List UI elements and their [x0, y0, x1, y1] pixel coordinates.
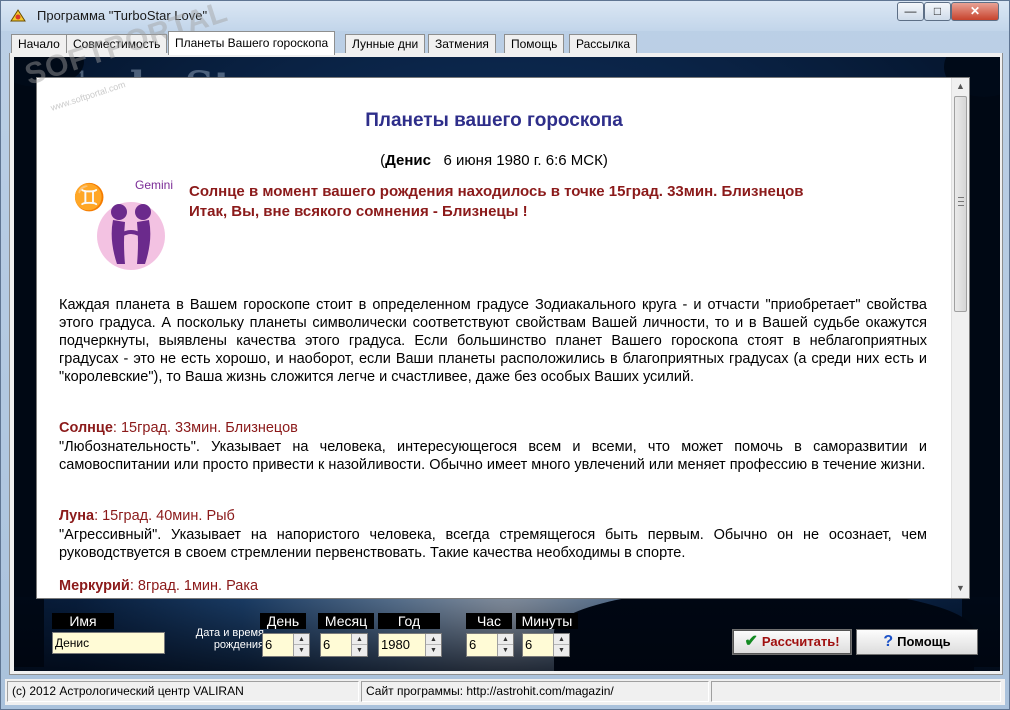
status-extra — [711, 681, 1001, 702]
grip-icon — [958, 197, 964, 206]
app-icon — [10, 9, 26, 22]
gemini-sign-image: ♊ Gemini — [73, 178, 173, 272]
year-spinner[interactable]: 1980 ▲ ▼ — [378, 633, 442, 657]
hour-label: Час — [466, 613, 512, 629]
month-value: 6 — [323, 637, 331, 652]
scroll-thumb[interactable] — [954, 96, 967, 312]
planet-text-moon: "Агрессивный". Указывает на напористого … — [59, 527, 927, 561]
name-label: Имя — [52, 613, 114, 629]
minute-spinner[interactable]: 6 ▲ ▼ — [522, 633, 570, 657]
planet-heading-mercury: Меркурий: 8град. 1мин. Рака — [59, 578, 258, 594]
planet-name: Солнце — [59, 420, 113, 436]
year-label: Год — [378, 613, 440, 629]
intro-paragraph: Каждая планета в Вашем гороскопе стоит в… — [59, 297, 927, 385]
spin-up-icon[interactable]: ▲ — [498, 634, 513, 645]
month-spin-buttons[interactable]: ▲ ▼ — [351, 634, 367, 656]
planet-name: Луна — [59, 508, 95, 524]
spin-down-icon[interactable]: ▼ — [554, 645, 569, 656]
year-spin-buttons[interactable]: ▲ ▼ — [425, 634, 441, 656]
hour-spinner[interactable]: 6 ▲ ▼ — [466, 633, 514, 657]
planet-position: : 15град. 40мин. Рыб — [94, 508, 235, 524]
tab-content: TurboStar Планеты вашего гороскопа (Дени… — [9, 53, 1003, 675]
minimize-button[interactable]: — — [897, 2, 924, 21]
minute-label: Минуты — [516, 613, 578, 629]
name-input[interactable] — [52, 632, 165, 654]
document-scrollbar[interactable]: ▲ ▼ — [951, 78, 969, 598]
planet-heading-moon: Луна: 15град. 40мин. Рыб — [59, 508, 235, 524]
spin-up-icon[interactable]: ▲ — [554, 634, 569, 645]
document-title: Планеты вашего гороскопа — [365, 110, 623, 131]
person-birth-details: 6 июня 1980 г. 6:6 МСК) — [443, 152, 608, 169]
spin-down-icon[interactable]: ▼ — [294, 645, 309, 656]
planet-heading-sun: Солнце: 15град. 33мин. Близнецов — [59, 420, 298, 436]
sun-position-summary: Солнце в момент вашего рождения находило… — [189, 182, 909, 222]
tab-horoscope-planets[interactable]: Планеты Вашего гороскопа — [168, 31, 336, 55]
calculate-button[interactable]: ✔ Рассчитать! — [732, 629, 852, 655]
person-line: (Денис 6 июня 1980 г. 6:6 МСК) — [37, 152, 951, 169]
tab-lunar-days[interactable]: Лунные дни — [345, 34, 426, 54]
minute-value: 6 — [525, 637, 533, 652]
hour-value: 6 — [469, 637, 477, 652]
day-value: 6 — [265, 637, 273, 652]
sun-line-1: Солнце в момент вашего рождения находило… — [189, 183, 804, 200]
spin-down-icon[interactable]: ▼ — [426, 645, 441, 656]
tab-help[interactable]: Помощь — [504, 34, 565, 54]
status-bar: (c) 2012 Астрологический центр VALIRAN С… — [5, 679, 1005, 705]
year-value: 1980 — [381, 637, 410, 652]
spin-up-icon[interactable]: ▲ — [426, 634, 441, 645]
scroll-up-arrow-icon[interactable]: ▲ — [952, 78, 969, 95]
status-copyright: (c) 2012 Астрологический центр VALIRAN — [7, 681, 359, 702]
sun-line-2: Итак, Вы, вне всякого сомнения - Близнец… — [189, 203, 528, 220]
datetime-label: Дата и время рождения — [195, 627, 264, 651]
tab-mailing[interactable]: Рассылка — [569, 34, 638, 54]
spin-down-icon[interactable]: ▼ — [498, 645, 513, 656]
month-spinner[interactable]: 6 ▲ ▼ — [320, 633, 368, 657]
app-window: Программа "TurboStar Love" — □ ✕ Начало … — [0, 0, 1010, 710]
day-spin-buttons[interactable]: ▲ ▼ — [293, 634, 309, 656]
calculate-label: Рассчитать! — [761, 634, 840, 649]
help-label: Помощь — [897, 634, 951, 649]
planet-text-sun: "Любознательность". Указывает на человек… — [59, 439, 927, 473]
help-button[interactable]: ? Помощь — [856, 629, 978, 655]
day-spinner[interactable]: 6 ▲ ▼ — [262, 633, 310, 657]
planet-position: : 15град. 33мин. Близнецов — [112, 420, 298, 436]
spin-up-icon[interactable]: ▲ — [294, 634, 309, 645]
document-content: Планеты вашего гороскопа (Денис 6 июня 1… — [37, 78, 951, 598]
horoscope-document[interactable]: Планеты вашего гороскопа (Денис 6 июня 1… — [36, 77, 970, 599]
spin-down-icon[interactable]: ▼ — [352, 645, 367, 656]
question-icon: ? — [883, 633, 894, 650]
spin-up-icon[interactable]: ▲ — [352, 634, 367, 645]
status-site: Сайт программы: http://astrohit.com/maga… — [361, 681, 709, 702]
scroll-down-arrow-icon[interactable]: ▼ — [952, 580, 969, 597]
maximize-button[interactable]: □ — [924, 2, 951, 21]
hour-spin-buttons[interactable]: ▲ ▼ — [497, 634, 513, 656]
month-label: Месяц — [318, 613, 374, 629]
checkmark-icon: ✔ — [744, 633, 758, 650]
tab-eclipses[interactable]: Затмения — [428, 34, 496, 54]
planet-position: : 8град. 1мин. Рака — [129, 578, 259, 594]
day-label: День — [260, 613, 306, 629]
planet-name: Меркурий — [59, 578, 130, 594]
person-name: Денис — [385, 152, 431, 169]
close-button[interactable]: ✕ — [951, 2, 999, 21]
minute-spin-buttons[interactable]: ▲ ▼ — [553, 634, 569, 656]
gemini-twins-icon — [97, 202, 165, 270]
